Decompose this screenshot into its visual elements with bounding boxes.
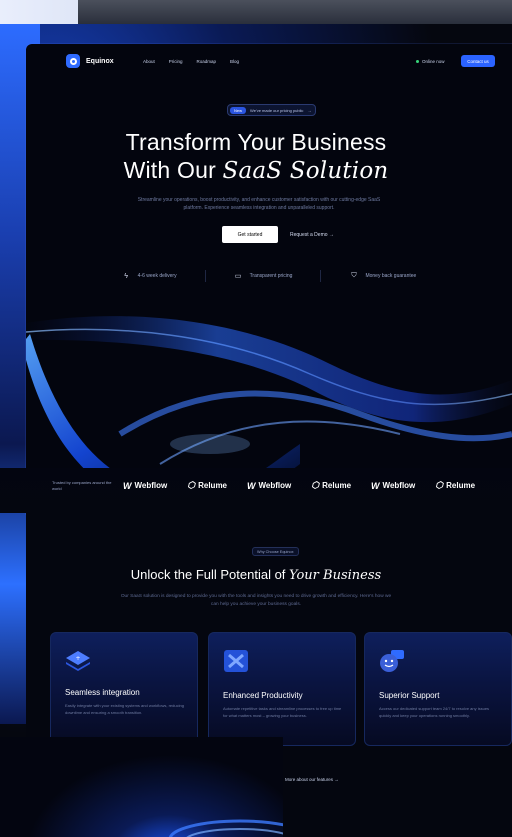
brand-name: Relume [322,481,352,490]
announcement-pill[interactable]: New We've made our pricing public → [227,104,317,116]
glow-rings-illustration [168,819,312,837]
section-title-prefix: Unlock the Full Potential of [130,567,290,582]
nav-menu: About Pricing Roadmap Blog [143,59,239,64]
card-description: Automate repetitive tasks and streamline… [223,706,342,718]
status-dot-icon [416,60,419,63]
divider [204,270,206,282]
card-title: Seamless integration [65,688,140,697]
card-description: Access our dedicated support team 24/7 t… [379,706,490,718]
contact-button[interactable]: Contact us [461,55,495,67]
navbar: Equinox About Pricing Roadmap Blog Onlin… [26,44,512,80]
online-status-label: Online now [422,59,445,64]
brand-logo: ⬡ Relume [187,480,227,491]
new-badge: New [230,106,247,114]
webflow-icon: W [247,480,256,491]
nav-link-pricing[interactable]: Pricing [169,59,183,64]
hero-title-line2: With Our SaaS Solution [26,156,512,185]
hero-title-prefix: With Our [123,157,223,183]
card-description: Easily integrate with your existing syst… [65,703,184,715]
webflow-icon: W [371,480,380,491]
trusted-by-bar: Trusted by companies around the world WW… [0,468,512,513]
section-tag: Why Choose Equinox [252,547,299,556]
section-title-italic: Your Business [289,568,382,583]
feature-guarantee: ⛉ Money back guarantee [349,270,416,282]
request-demo-link[interactable]: Request a Demo → [290,226,334,243]
brand-logo: ⬡ Relume [311,480,351,491]
section-title: Unlock the Full Potential of Your Busine… [0,567,512,583]
brand-name: Webflow [258,481,292,490]
brand-logo: W Webflow [371,481,415,491]
feature-strip: ϟ 4-6 week delivery ▭ Transparent pricin… [26,270,512,282]
nav-link-blog[interactable]: Blog [230,59,239,64]
brand-name: Relume [446,481,476,490]
webflow-icon: W [123,480,132,491]
bottom-preview-panel [0,737,312,837]
feature-card-support[interactable]: Superior Support Access our dedicated su… [364,632,512,746]
divider [320,270,322,282]
announcement-text: We've made our pricing public [250,107,304,113]
more-features-link[interactable]: More about our features → [285,777,339,782]
chat-icon [380,650,404,672]
nav-link-about[interactable]: About [143,59,155,64]
layers-icon: + [66,651,90,671]
section-subtitle: Our SaaS solution is designed to provide… [120,594,392,607]
screenshot-canvas: Equinox About Pricing Roadmap Blog Onlin… [0,0,512,837]
hero-section: Equinox About Pricing Roadmap Blog Onlin… [26,44,512,514]
hero-title: Transform Your Business With Our SaaS So… [26,128,512,185]
hero-title-italic: SaaS Solution [222,158,389,184]
feature-pricing: ▭ Transparent pricing [234,270,293,282]
relume-icon: ⬡ [187,480,196,490]
brand-logos: W Webflow ⬡ Relume W Webflow ⬡ Relume W Webfl… [123,480,475,491]
logo-icon [66,54,80,68]
relume-icon: ⬡ [311,480,320,490]
brand-logo: W Webflow [247,481,291,491]
brand-name: Webflow [382,481,416,490]
shield-check-icon: ⛉ [351,272,357,279]
logo[interactable]: Equinox [66,54,114,68]
svg-text:+: + [75,655,80,662]
brand-logo: W Webflow [123,481,167,491]
feature-card-integration[interactable]: + Seamless integration Easily integrate … [50,632,198,746]
brand-name: Relume [198,481,228,490]
online-status: Online now [416,59,445,64]
card-title: Enhanced Productivity [223,691,303,700]
relume-icon: ⬡ [435,480,444,490]
arrow-right-icon: → [307,107,312,113]
get-started-button[interactable]: Get started [222,226,278,243]
feature-delivery: ϟ 4-6 week delivery [122,270,177,282]
feature-label: 4-6 week delivery [137,273,177,279]
hero-title-line1: Transform Your Business [125,129,387,155]
feature-label: Money back guarantee [365,273,417,279]
card-title: Superior Support [379,691,440,700]
puzzle-icon [224,650,248,672]
brand-logo: ⬡ Relume [435,480,475,491]
hero-subtitle: Streamline your operations, boost produc… [137,197,381,211]
nav-link-roadmap[interactable]: Roadmap [197,59,217,64]
top-strip [0,0,512,24]
trusted-label: Trusted by companies around the world [52,480,112,491]
card-icon: ▭ [234,273,242,280]
feature-label: Transparent pricing [249,273,293,279]
feature-card-productivity[interactable]: Enhanced Productivity Automate repetitiv… [208,632,356,746]
bolt-icon: ϟ [124,272,129,280]
brand-name: Equinox [86,57,114,65]
brand-name: Webflow [134,481,168,490]
